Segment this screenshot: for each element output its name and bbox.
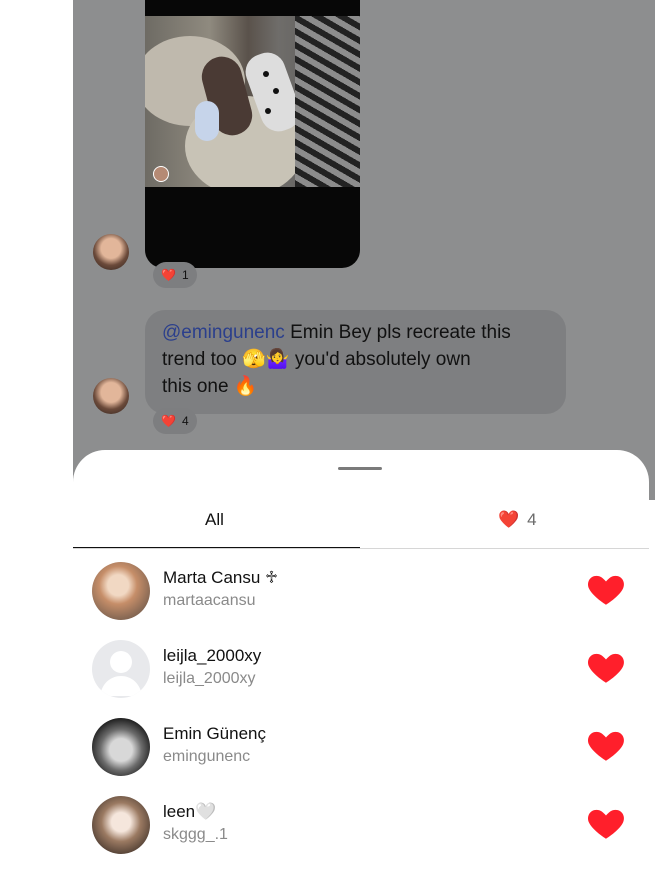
reactions-sheet: All ❤️ 4 Marta Cansu ♱ martaacansu leijl… (73, 450, 649, 872)
user-username: skggg_.1 (163, 826, 228, 843)
user-username: emingunenc (163, 748, 251, 765)
tab-hearts[interactable]: ❤️ 4 (498, 505, 537, 535)
user-row[interactable]: leijla_2000xy leijla_2000xy (73, 632, 649, 702)
user-username: martaacansu (163, 592, 256, 609)
chat-background: ❤️ 1 @emingunenc Emin Bey pls recreate t… (73, 0, 655, 500)
avatar[interactable] (92, 796, 150, 854)
mention-link[interactable]: @emingunenc (162, 322, 285, 343)
sheet-grabber[interactable] (338, 467, 382, 470)
heart-icon: ❤️ (161, 268, 176, 282)
user-row[interactable]: Emin Günenç emingunenc (73, 710, 649, 780)
heart-icon: ❤️ (161, 414, 176, 428)
heart-icon (585, 568, 627, 610)
tab-divider (73, 548, 649, 549)
shared-post-card[interactable] (145, 0, 360, 268)
tab-hearts-count: 4 (527, 510, 537, 529)
message-line-3: this one 🔥 (162, 376, 258, 397)
user-name: Emin Günenç (163, 724, 266, 743)
message-bubble[interactable]: @emingunenc Emin Bey pls recreate this t… (145, 310, 566, 414)
post-reaction-badge[interactable]: ❤️ 1 (153, 262, 197, 288)
avatar[interactable] (92, 718, 150, 776)
avatar[interactable] (92, 562, 150, 620)
avatar[interactable] (92, 640, 150, 698)
user-row[interactable]: leen🤍 skggg_.1 (73, 788, 649, 858)
post-author-avatar (153, 166, 169, 182)
heart-icon: ❤️ (498, 510, 520, 529)
tab-all[interactable]: All (205, 505, 224, 535)
reaction-count: 1 (181, 268, 189, 282)
message-reaction-badge[interactable]: ❤️ 4 (153, 408, 197, 434)
reaction-count: 4 (181, 414, 189, 428)
heart-icon (585, 724, 627, 766)
user-name: leijla_2000xy (163, 646, 262, 665)
message-line-1: @emingunenc Emin Bey pls recreate this (162, 319, 549, 346)
sender-avatar[interactable] (93, 378, 129, 414)
message-text: Emin Bey pls recreate this (284, 322, 511, 343)
heart-icon (585, 802, 627, 844)
user-name: leen🤍 (163, 802, 217, 821)
user-row[interactable]: Marta Cansu ♱ martaacansu (73, 554, 649, 624)
user-username: leijla_2000xy (163, 670, 256, 687)
message-line-2: trend too 🫣🤷‍♀️ you'd absolutely own (162, 349, 471, 370)
post-photo (145, 16, 360, 187)
user-name: Marta Cansu ♱ (163, 568, 279, 587)
heart-icon (585, 646, 627, 688)
sender-avatar[interactable] (93, 234, 129, 270)
